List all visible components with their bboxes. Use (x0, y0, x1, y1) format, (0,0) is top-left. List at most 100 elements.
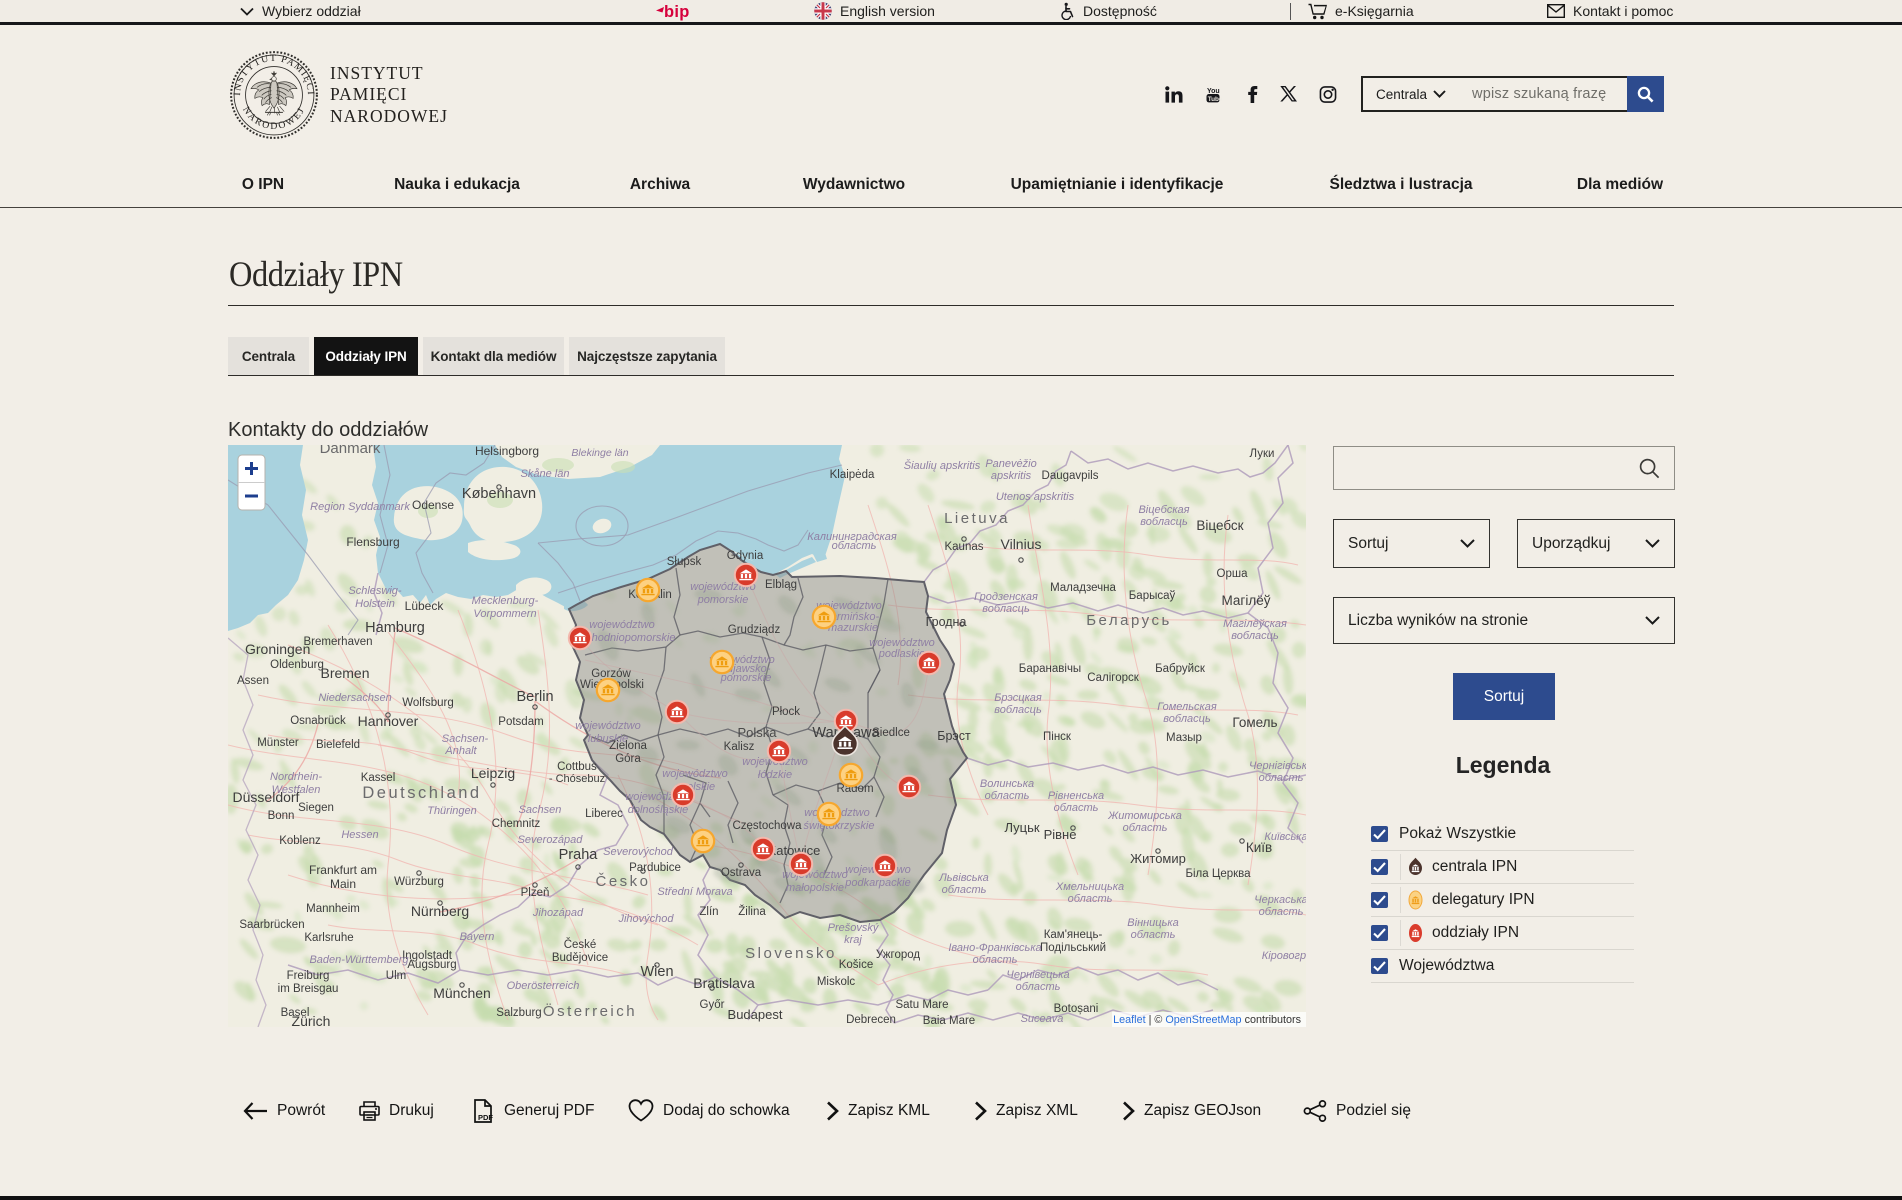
svg-text:pomorskie: pomorskie (697, 594, 749, 606)
svg-text:Гродзенская: Гродзенская (974, 591, 1038, 603)
svg-text:Region Syddanmark: Region Syddanmark (310, 501, 410, 513)
svg-text:Mecklenburg-: Mecklenburg- (472, 595, 539, 607)
svg-text:Siegen: Siegen (298, 802, 334, 814)
svg-text:Mannheim: Mannheim (306, 903, 360, 915)
svg-text:NARODOWEJ: NARODOWEJ (240, 105, 307, 132)
svg-text:Bremen: Bremen (320, 665, 369, 681)
svg-text:Saarbrücken: Saarbrücken (239, 919, 304, 931)
svg-text:Jihovýchod: Jihovýchod (617, 913, 674, 925)
svg-text:Střední Morava: Střední Morava (657, 886, 732, 898)
svg-text:Бабруйск: Бабруйск (1155, 663, 1206, 675)
svg-text:Augsburg: Augsburg (407, 959, 456, 971)
svg-text:Leaflet | © OpenStreetMap cont: Leaflet | © OpenStreetMap contributors (1113, 1014, 1301, 1026)
svg-text:Магілёў: Магілёў (1222, 593, 1271, 608)
svg-text:Skåne län: Skåne län (521, 468, 570, 480)
svg-text:Zielona: Zielona (609, 740, 647, 752)
svg-text:- Chósebuz: - Chósebuz (549, 773, 605, 785)
svg-text:podkarpackie: podkarpackie (844, 877, 910, 889)
svg-text:Thüringen: Thüringen (427, 805, 477, 817)
svg-text:Suceava: Suceava (1021, 1013, 1064, 1025)
svg-text:Sachsen-: Sachsen- (442, 733, 489, 745)
svg-text:Chemnitz: Chemnitz (492, 818, 541, 830)
svg-text:Plzeň: Plzeň (521, 887, 550, 899)
svg-text:Salzburg: Salzburg (496, 1007, 541, 1019)
svg-text:Klaipėda: Klaipėda (830, 469, 875, 481)
svg-text:Беларусь: Беларусь (1086, 612, 1172, 629)
svg-text:mazurskie: mazurskie (828, 622, 878, 634)
svg-text:Маладзечна: Маладзечна (1050, 582, 1116, 594)
svg-text:Хмельницька: Хмельницька (1055, 881, 1124, 893)
svg-text:Würzburg: Würzburg (394, 876, 444, 888)
svg-text:Подільський: Подільський (1040, 942, 1106, 954)
svg-text:Panevėžio: Panevėžio (985, 458, 1036, 470)
svg-text:Karlsruhe: Karlsruhe (304, 932, 353, 944)
svg-text:Рівненська: Рівненська (1048, 790, 1104, 802)
svg-text:You: You (1207, 88, 1220, 95)
svg-text:Івано-Франківська: Івано-Франківська (948, 942, 1041, 954)
svg-text:pomorskie: pomorskie (720, 672, 772, 684)
svg-text:Магілёўская: Магілёўская (1223, 618, 1287, 630)
svg-text:Bremerhaven: Bremerhaven (303, 636, 372, 648)
svg-text:Ужгород: Ужгород (876, 949, 920, 961)
svg-text:świętokrzyskie: świętokrzyskie (804, 820, 875, 832)
svg-text:Deutschland: Deutschland (362, 784, 481, 802)
svg-text:Osnabrück: Osnabrück (290, 715, 346, 727)
svg-text:Slovensko: Slovensko (745, 945, 837, 962)
svg-text:Koblenz: Koblenz (279, 835, 321, 847)
svg-text:Київська: Київська (1264, 831, 1306, 843)
svg-text:Česko: Česko (595, 873, 650, 890)
svg-text:Płock: Płock (772, 706, 800, 718)
svg-text:Freiburg: Freiburg (287, 970, 330, 982)
svg-text:Lübeck: Lübeck (405, 599, 445, 613)
svg-text:Kaunas: Kaunas (944, 541, 983, 553)
svg-text:Odense: Odense (412, 498, 454, 512)
svg-text:область: область (832, 540, 877, 552)
svg-text:Nordrhein-: Nordrhein- (270, 771, 322, 783)
svg-text:Zürich: Zürich (292, 1013, 331, 1027)
svg-text:bip: bip (664, 3, 690, 21)
svg-text:область: область (1068, 893, 1113, 905)
svg-text:Барысаў: Барысаў (1129, 590, 1176, 602)
svg-text:Львівська: Львівська (938, 872, 989, 884)
svg-text:Potsdam: Potsdam (498, 716, 543, 728)
svg-text:České: České (564, 938, 597, 951)
svg-text:вобласць: вобласць (994, 704, 1042, 716)
svg-text:Liberec: Liberec (585, 808, 623, 820)
svg-text:Groningen: Groningen (245, 641, 310, 657)
svg-text:Niedersachsen: Niedersachsen (318, 692, 391, 704)
svg-text:область: область (985, 790, 1030, 802)
svg-text:Мазыр: Мазыр (1166, 732, 1202, 744)
svg-text:Bratislava: Bratislava (693, 975, 755, 991)
svg-text:Віцебск: Віцебск (1196, 518, 1243, 533)
svg-text:Wien: Wien (640, 964, 673, 980)
svg-text:область: область (1259, 906, 1304, 918)
svg-text:Bayern: Bayern (460, 931, 495, 943)
svg-text:вобласць: вобласць (1231, 630, 1279, 642)
svg-text:Severovýchod: Severovýchod (603, 846, 674, 858)
svg-text:Kassel: Kassel (361, 772, 396, 784)
svg-text:Орша: Орша (1217, 568, 1249, 580)
svg-text:Debrecen: Debrecen (846, 1014, 896, 1026)
svg-text:województwo: województwo (662, 768, 727, 780)
svg-text:Чернігівська: Чернігівська (1249, 760, 1306, 772)
svg-text:Siedlce: Siedlce (872, 727, 910, 739)
svg-text:apskritis: apskritis (991, 470, 1032, 482)
svg-text:область: область (973, 954, 1018, 966)
svg-text:Baia Mare: Baia Mare (923, 1015, 975, 1027)
svg-text:Салігорск: Салігорск (1087, 672, 1140, 684)
svg-text:Zlín: Zlín (699, 906, 718, 918)
svg-text:Münster: Münster (257, 737, 299, 749)
svg-text:Anhalt: Anhalt (444, 745, 477, 757)
svg-text:Ostrava: Ostrava (721, 867, 762, 879)
svg-text:małopolskie: małopolskie (786, 882, 844, 894)
svg-text:область: область (1259, 772, 1304, 784)
svg-text:вобласць: вобласць (982, 603, 1030, 615)
svg-text:Брэсцкая: Брэсцкая (994, 692, 1042, 704)
svg-text:Berlin: Berlin (516, 689, 553, 705)
svg-text:Oldenburg: Oldenburg (270, 659, 324, 671)
svg-text:Брэст: Брэст (937, 729, 971, 743)
svg-text:Tube: Tube (1208, 95, 1223, 102)
svg-text:Grudziądz: Grudziądz (728, 624, 781, 636)
svg-text:Baden-Württemberg: Baden-Württemberg (309, 954, 409, 966)
svg-text:København: København (462, 486, 536, 502)
